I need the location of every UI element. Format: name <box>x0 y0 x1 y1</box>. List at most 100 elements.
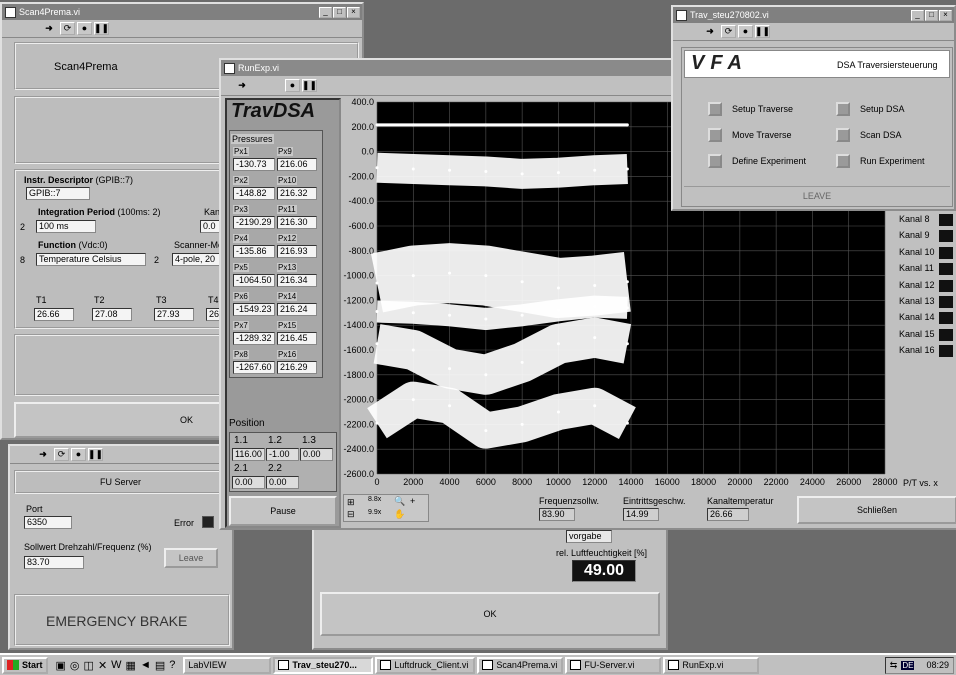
lang-indicator[interactable]: DE <box>901 660 915 670</box>
data-point <box>520 422 524 426</box>
word-icon[interactable]: W <box>111 659 121 672</box>
run-arrow-icon[interactable]: ➜ <box>233 79 251 92</box>
emergency-brake[interactable]: EMERGENCY BRAKE <box>46 613 187 629</box>
data-point <box>448 271 452 275</box>
cursor-icon[interactable]: + <box>410 496 415 506</box>
kanal-label: Kanal 14 <box>899 312 935 323</box>
vi-icon <box>380 660 392 670</box>
browser-icon[interactable]: ◎ <box>70 659 80 672</box>
start-button[interactable]: Start <box>2 656 48 674</box>
data-point <box>593 168 597 172</box>
trav-button-led[interactable] <box>708 102 722 116</box>
pause-icon[interactable]: ❚❚ <box>302 79 317 92</box>
pos-head: 1.2 <box>268 435 282 446</box>
trav-button-led[interactable] <box>708 154 722 168</box>
integ-ring[interactable]: 100 ms <box>36 220 96 233</box>
abort-icon[interactable]: ● <box>738 25 753 38</box>
run-continuous-icon[interactable]: ⟳ <box>60 22 75 35</box>
close-button[interactable]: × <box>939 9 952 21</box>
explorer-icon[interactable]: ◫ <box>84 659 94 672</box>
task-label: LabVIEW <box>188 660 227 670</box>
schliessen-button[interactable]: Schließen <box>797 496 956 524</box>
data-point <box>593 123 597 127</box>
pressure-label: Px7 <box>233 321 249 330</box>
kanal-swatch <box>939 328 953 341</box>
help-icon[interactable]: ? <box>169 659 175 672</box>
data-point <box>625 421 629 425</box>
scale-x-format[interactable]: 8.8x <box>368 496 381 503</box>
integ-label: Integration Period (100ms: 2) <box>38 207 161 217</box>
taskbar: Start ▣ ◎ ◫ ✕ W ▦ ◄ ▤? LabVIEW Trav_steu270... L… <box>0 653 956 675</box>
pan-icon[interactable]: ✋ <box>394 509 405 520</box>
pause-icon[interactable]: ❚❚ <box>755 25 770 38</box>
trav-button-led[interactable] <box>836 154 850 168</box>
ok-button[interactable]: OK <box>320 592 660 636</box>
port-field[interactable]: 6350 <box>24 516 72 529</box>
data-point <box>448 313 452 317</box>
maximize-button[interactable]: □ <box>333 6 346 18</box>
task-label: Luftdruck_Client.vi <box>394 660 469 670</box>
kanal-swatch <box>939 230 953 243</box>
data-point <box>520 172 524 176</box>
left-column: TravDSA Pressures Px1 -130.73 Px9 216.06 Px2… <box>225 98 341 528</box>
pressure-value: 216.24 <box>277 303 317 316</box>
minimize-button[interactable]: _ <box>911 9 924 21</box>
instr-field[interactable]: GPIB::7 <box>26 187 90 200</box>
zoom-icon[interactable]: 🔍 <box>394 496 405 507</box>
trav-button-led[interactable] <box>708 128 722 142</box>
task-item[interactable]: Scan4Prema.vi <box>477 656 564 674</box>
speaker-icon[interactable]: ◄ <box>140 659 151 672</box>
y-tick-label: 400.0 <box>351 98 374 107</box>
task-item[interactable]: FU-Server.vi <box>565 656 662 674</box>
run-arrow-icon[interactable]: ➜ <box>34 448 52 461</box>
data-point <box>556 123 560 127</box>
minimize-button[interactable]: _ <box>319 6 332 18</box>
trav-button-label[interactable]: Setup Traverse <box>732 104 793 114</box>
kanal-label: Kanal 10 <box>899 246 935 257</box>
func-ring[interactable]: Temperature Celsius <box>36 253 146 266</box>
scale-x-icon[interactable]: ⊞ <box>347 497 355 508</box>
task-labview[interactable]: LabVIEW <box>183 656 272 674</box>
pause-icon[interactable]: ❚❚ <box>94 22 109 35</box>
scale-y-icon[interactable]: ⊟ <box>347 509 355 520</box>
run-arrow-icon[interactable]: ➜ <box>701 25 719 38</box>
pt-label: P/T vs. x <box>903 478 938 488</box>
trav-steu-window: Trav_steu270802.vi _ □ × ➜ ⟳ ● ❚❚ VFA DSA Tra… <box>671 5 956 211</box>
trav-button-led[interactable] <box>836 128 850 142</box>
trav-button-label[interactable]: Move Traverse <box>732 130 792 140</box>
trav-button-led[interactable] <box>836 102 850 116</box>
leave-button[interactable]: LEAVE <box>684 186 950 204</box>
calc-icon[interactable]: ▤ <box>155 659 165 672</box>
pause-button[interactable]: Pause <box>229 496 337 526</box>
leave-button[interactable]: Leave <box>164 548 218 568</box>
abort-icon[interactable]: ● <box>71 448 86 461</box>
task-item[interactable]: Luftdruck_Client.vi <box>375 656 476 674</box>
task-item[interactable]: RunExp.vi <box>663 656 760 674</box>
trav-button-label[interactable]: Scan DSA <box>860 130 902 140</box>
title-bar: Trav_steu270802.vi _ □ × <box>673 7 954 23</box>
trav-button-label[interactable]: Setup DSA <box>860 104 905 114</box>
kanaltemp-value: 26.66 <box>707 508 749 521</box>
pause-icon[interactable]: ❚❚ <box>88 448 103 461</box>
pos-head: 1.1 <box>234 435 248 446</box>
y-tick-label: 200.0 <box>351 122 374 132</box>
task-item[interactable]: Trav_steu270... <box>273 656 374 674</box>
maximize-button[interactable]: □ <box>925 9 938 21</box>
run-arrow-icon[interactable]: ➜ <box>40 22 58 35</box>
desktop-icon[interactable]: ▣ <box>56 659 66 672</box>
app-icon[interactable]: ▦ <box>126 659 136 672</box>
pressure-value: -1267.60 <box>233 361 275 374</box>
trav-button-label[interactable]: Define Experiment <box>732 156 806 166</box>
pos-value: -1.00 <box>266 448 299 461</box>
y-tick-label: -2200.0 <box>343 419 374 429</box>
abort-icon[interactable]: ● <box>77 22 92 35</box>
close-button[interactable]: × <box>347 6 360 18</box>
run-continuous-icon[interactable]: ⟳ <box>721 25 736 38</box>
excel-icon[interactable]: ✕ <box>98 659 107 672</box>
humidity-field[interactable]: 49.00 <box>572 560 636 582</box>
network-icon[interactable]: ⇆ <box>890 660 898 671</box>
run-continuous-icon[interactable]: ⟳ <box>54 448 69 461</box>
scale-y-format[interactable]: 9.9x <box>368 509 381 516</box>
trav-button-label[interactable]: Run Experiment <box>860 156 925 166</box>
abort-icon[interactable]: ● <box>285 79 300 92</box>
